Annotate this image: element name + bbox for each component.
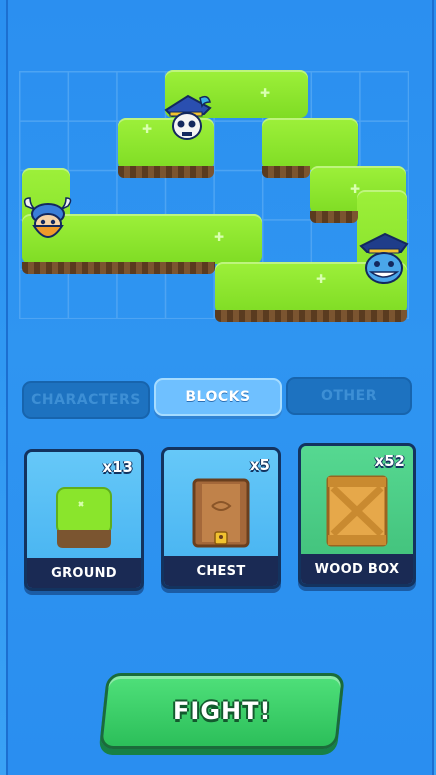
dirt-edge bbox=[215, 310, 407, 322]
block-card-wood-box[interactable]: x52 WOOD BOX bbox=[298, 443, 416, 587]
sparkle-icon: ✚ bbox=[260, 86, 271, 100]
block-card-chest[interactable]: x5 CHEST bbox=[161, 447, 281, 589]
block-label: CHEST bbox=[164, 556, 278, 586]
tab-other[interactable]: OTHER bbox=[286, 377, 412, 415]
viking-character[interactable] bbox=[20, 196, 76, 248]
block-count: x5 bbox=[249, 456, 270, 474]
grass-tile[interactable] bbox=[262, 118, 358, 170]
wood-box-icon bbox=[326, 475, 388, 547]
tab-blocks[interactable]: BLOCKS bbox=[154, 378, 282, 416]
block-label: WOOD BOX bbox=[301, 554, 413, 584]
sparkle-icon: ✚ bbox=[214, 230, 225, 244]
block-count: x52 bbox=[374, 452, 405, 470]
dirt-edge bbox=[22, 262, 215, 274]
block-card-ground[interactable]: x13 GROUND bbox=[24, 449, 144, 591]
block-count: x13 bbox=[102, 458, 133, 476]
dirt-edge bbox=[118, 166, 214, 178]
sparkle-icon: ✚ bbox=[142, 122, 153, 136]
tab-characters[interactable]: CHARACTERS bbox=[22, 381, 150, 419]
shark-pirate-character[interactable] bbox=[357, 232, 411, 288]
sparkle-icon: ✚ bbox=[350, 182, 361, 196]
sparkle-icon: ✚ bbox=[316, 272, 327, 286]
dirt-edge bbox=[262, 166, 310, 178]
fight-label: FIGHT! bbox=[172, 697, 272, 725]
skeleton-pirate-character[interactable] bbox=[160, 92, 216, 144]
block-label: GROUND bbox=[27, 558, 141, 588]
grass-block-icon bbox=[56, 487, 112, 548]
chest-icon bbox=[192, 478, 250, 548]
dirt-edge bbox=[310, 211, 358, 223]
fight-button[interactable]: FIGHT! bbox=[99, 673, 345, 749]
